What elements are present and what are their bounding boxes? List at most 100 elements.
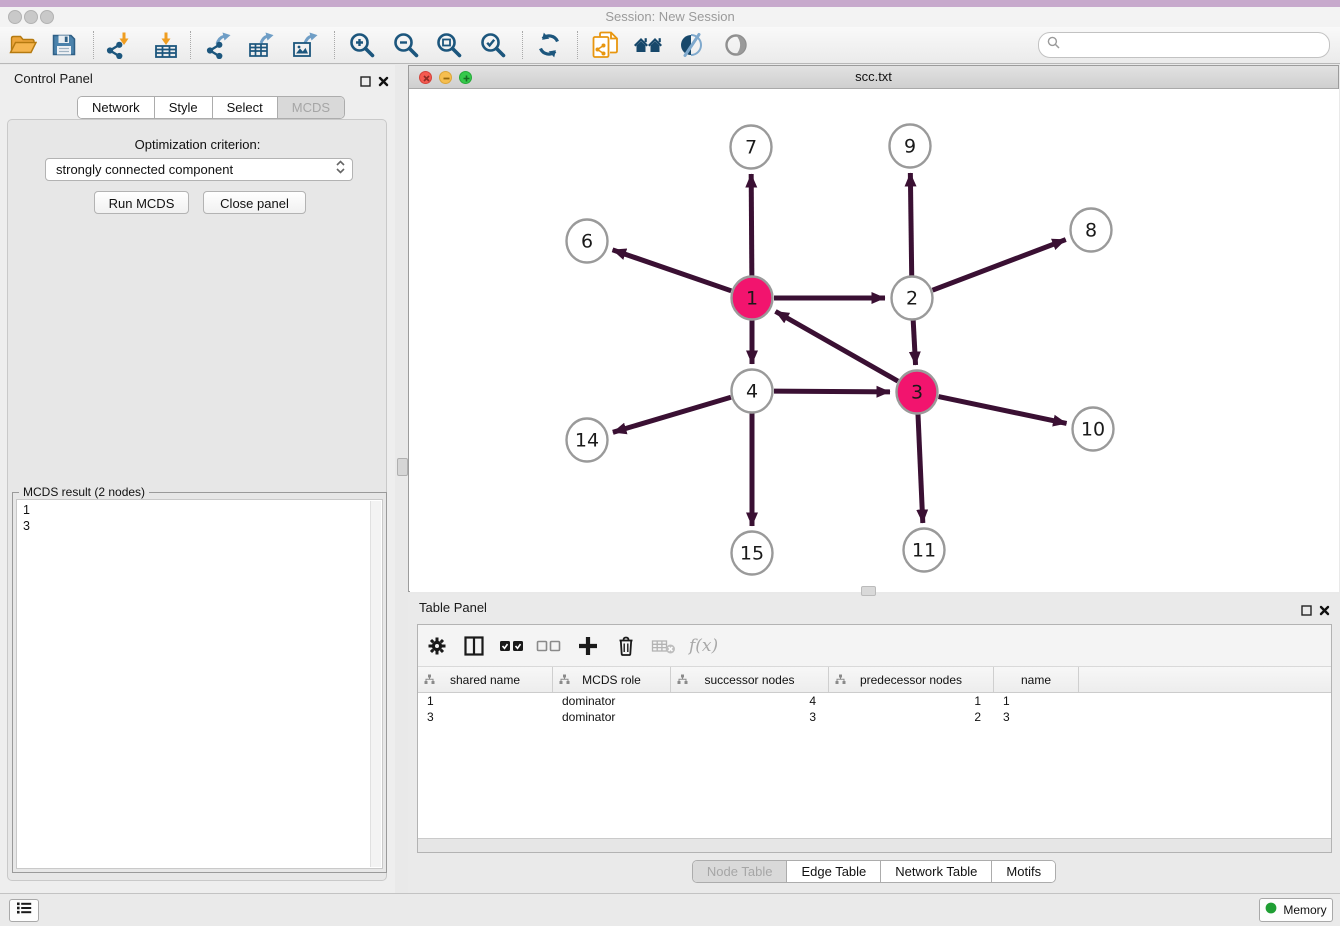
svg-text:9: 9 [904, 135, 916, 157]
table-cell[interactable]: 2 [829, 709, 994, 725]
tab-select[interactable]: Select [213, 97, 278, 118]
import-table-icon[interactable] [151, 30, 181, 60]
table-cell[interactable]: 3 [418, 709, 553, 725]
graph-node-4[interactable]: 4 [732, 370, 773, 413]
tab-mcds[interactable]: MCDS [278, 97, 344, 118]
open-session-icon[interactable] [8, 30, 38, 60]
float-panel-icon[interactable] [360, 74, 371, 92]
tab-motifs[interactable]: Motifs [992, 861, 1055, 882]
horizontal-splitter-handle[interactable] [861, 586, 876, 596]
zoom-selected-icon[interactable] [478, 30, 508, 60]
export-network-icon[interactable] [203, 30, 233, 60]
save-session-icon[interactable] [49, 30, 79, 60]
table-hscrollbar[interactable] [418, 838, 1331, 852]
vertical-splitter-handle[interactable] [397, 458, 408, 476]
graph-node-11[interactable]: 11 [904, 529, 945, 572]
close-panel-button[interactable]: Close panel [203, 191, 306, 214]
network-close-icon[interactable] [419, 71, 432, 84]
hide-vizmap-icon[interactable] [677, 30, 707, 60]
tab-network-table[interactable]: Network Table [881, 861, 992, 882]
export-table-icon[interactable] [246, 30, 276, 60]
import-network-icon[interactable] [103, 30, 133, 60]
tab-node-table[interactable]: Node Table [693, 861, 788, 882]
criterion-select[interactable]: strongly connected component [45, 158, 353, 181]
table-header-row: shared nameMCDS rolesuccessor nodesprede… [418, 667, 1331, 693]
application-window: Session: New Session Control Panel Netwo… [0, 0, 1340, 926]
table-row[interactable]: 1dominator411 [418, 693, 1331, 709]
column-header-shared-name[interactable]: shared name [418, 667, 553, 692]
table-cell[interactable]: dominator [553, 693, 671, 709]
close-panel-icon[interactable] [378, 74, 389, 92]
zoom-out-icon[interactable] [391, 30, 421, 60]
graph-edge-3-11[interactable] [918, 414, 923, 523]
tab-style[interactable]: Style [155, 97, 213, 118]
split-panel-icon[interactable] [463, 634, 485, 658]
graph-edge-2-3[interactable] [913, 320, 915, 365]
network-minimize-icon[interactable] [439, 71, 452, 84]
graph-edge-2-8[interactable] [933, 240, 1066, 291]
memory-button[interactable]: Memory [1259, 898, 1333, 922]
column-header-predecessor-nodes[interactable]: predecessor nodes [829, 667, 994, 692]
run-mcds-button[interactable]: Run MCDS [94, 191, 189, 214]
control-panel: Control Panel NetworkStyleSelectMCDS Opt… [0, 65, 395, 893]
tab-edge-table[interactable]: Edge Table [787, 861, 881, 882]
mcds-result-area[interactable]: 13 [16, 499, 383, 869]
tab-network[interactable]: Network [78, 97, 155, 118]
graph-edge-3-10[interactable] [939, 397, 1067, 424]
network-zoom-icon[interactable] [459, 71, 472, 84]
zoom-fit-icon[interactable] [434, 30, 464, 60]
table-cell[interactable]: 1 [994, 693, 1079, 709]
network-window-titlebar[interactable]: scc.txt [409, 66, 1338, 89]
graph-node-6[interactable]: 6 [567, 220, 608, 263]
table-cell[interactable]: 1 [418, 693, 553, 709]
table-close-panel-icon[interactable] [1319, 603, 1330, 621]
graph-edge-3-1[interactable] [775, 311, 897, 381]
graph-node-2[interactable]: 2 [892, 277, 933, 320]
gear-icon[interactable] [426, 634, 448, 658]
refresh-icon[interactable] [534, 30, 564, 60]
search-field[interactable] [1038, 32, 1330, 58]
select-all-icon[interactable] [499, 634, 525, 658]
graph-edge-1-6[interactable] [613, 250, 732, 291]
result-scrollbar[interactable] [370, 501, 381, 867]
graph-node-8[interactable]: 8 [1071, 209, 1112, 252]
column-header-mcds-role[interactable]: MCDS role [553, 667, 671, 692]
column-header-name[interactable]: name [994, 667, 1079, 692]
graph-node-14[interactable]: 14 [567, 419, 608, 462]
graph-edge-4-14[interactable] [613, 397, 731, 432]
table-float-panel-icon[interactable] [1301, 603, 1312, 621]
zoom-in-icon[interactable] [347, 30, 377, 60]
graph-node-9[interactable]: 9 [890, 125, 931, 168]
table-cell[interactable]: 3 [671, 709, 829, 725]
column-header-successor-nodes[interactable]: successor nodes [671, 667, 829, 692]
eye-icon[interactable] [721, 30, 751, 60]
task-history-button[interactable] [9, 899, 39, 922]
home-icon[interactable] [633, 30, 663, 60]
graph-node-3[interactable]: 3 [897, 371, 938, 414]
add-column-icon[interactable] [577, 634, 599, 658]
export-image-icon[interactable] [290, 30, 320, 60]
table-cell[interactable]: 1 [829, 693, 994, 709]
toolbar-separator [190, 31, 191, 59]
table-cell[interactable]: 4 [671, 693, 829, 709]
network-graph[interactable]: 1 2 3 4 6 7 8 9 10 11 14 15 [410, 89, 1339, 592]
table-panel: Table Panel f(x) shared nameMCDS rolesuc… [408, 594, 1340, 893]
table-row[interactable]: 3dominator323 [418, 709, 1331, 725]
search-input[interactable] [1064, 35, 1329, 55]
network-canvas[interactable]: 1 2 3 4 6 7 8 9 10 11 14 15 [410, 89, 1339, 592]
svg-text:10: 10 [1081, 418, 1105, 440]
graph-edge-4-3[interactable] [774, 391, 890, 392]
table-cell[interactable]: 3 [994, 709, 1079, 725]
graph-node-15[interactable]: 15 [732, 532, 773, 575]
graph-edge-1-7[interactable] [751, 174, 752, 276]
graph-node-1[interactable]: 1 [732, 277, 773, 320]
graph-node-10[interactable]: 10 [1073, 408, 1114, 451]
deselect-all-icon[interactable] [536, 634, 562, 658]
tree-column-icon [559, 674, 570, 688]
function-icon: f(x) [689, 634, 718, 658]
table-cell[interactable]: dominator [553, 709, 671, 725]
graph-edge-2-9[interactable] [910, 173, 911, 276]
duplicate-network-icon[interactable] [590, 30, 620, 60]
graph-node-7[interactable]: 7 [731, 126, 772, 169]
delete-column-icon[interactable] [615, 634, 637, 658]
